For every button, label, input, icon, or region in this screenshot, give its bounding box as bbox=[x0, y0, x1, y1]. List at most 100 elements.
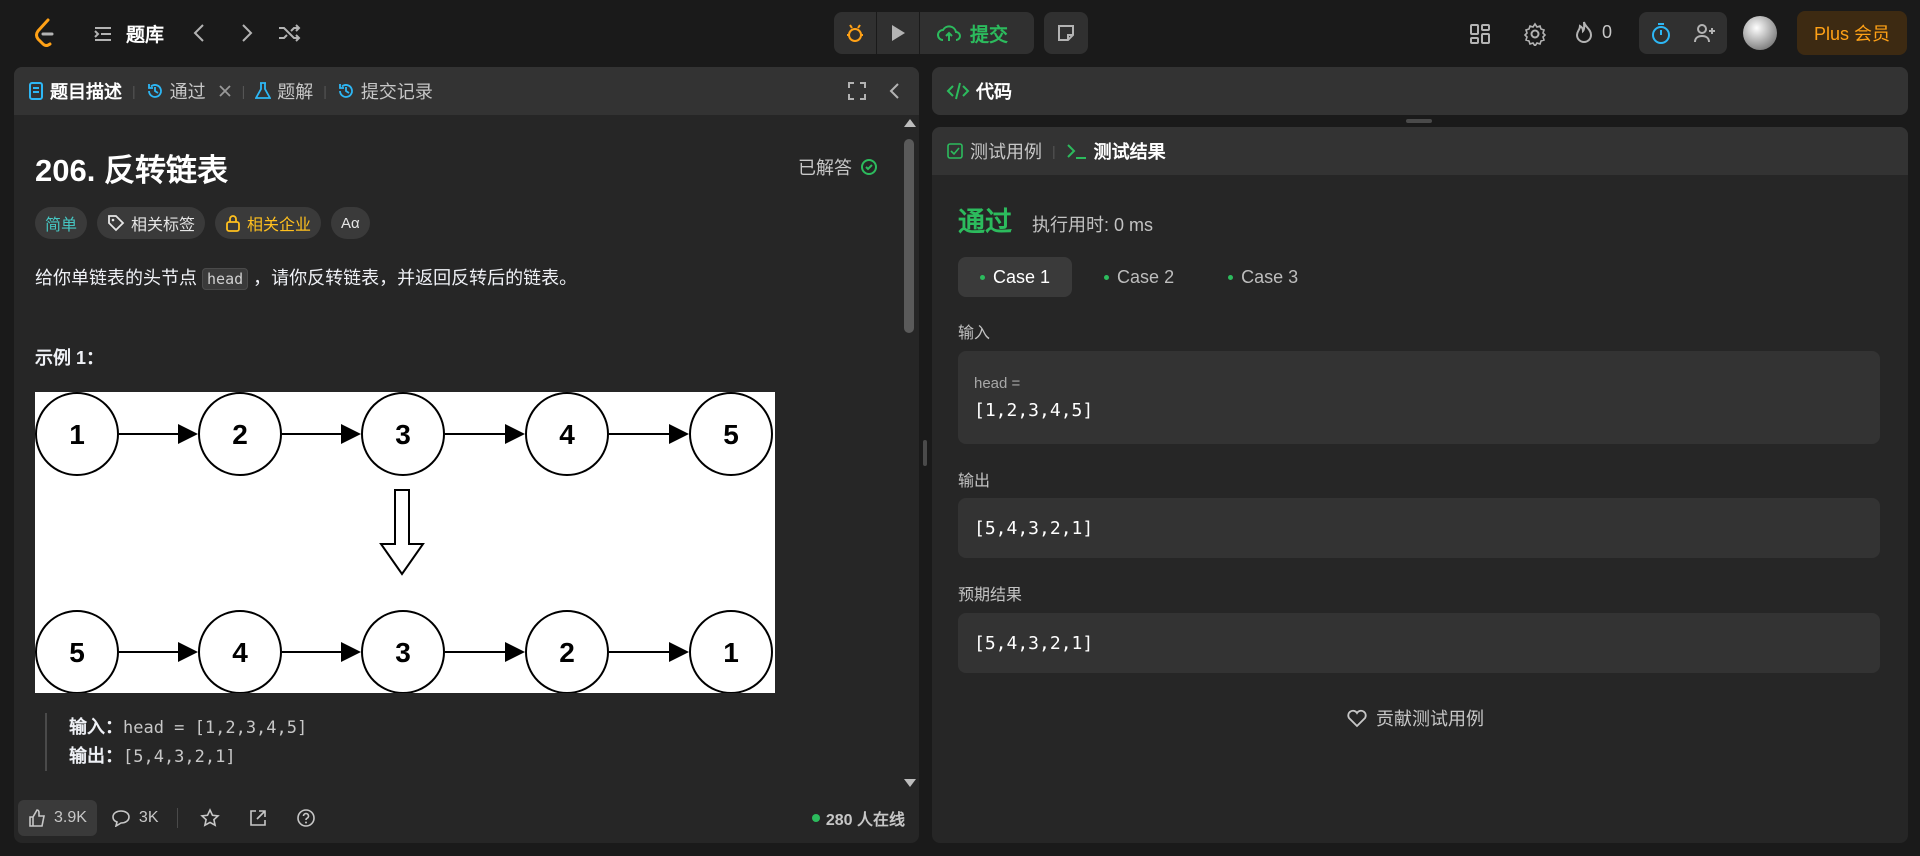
play-icon bbox=[892, 25, 905, 41]
share-button[interactable] bbox=[244, 804, 272, 832]
problem-list-button[interactable]: 题库 bbox=[92, 20, 164, 47]
collapse-panel-button[interactable] bbox=[885, 77, 905, 105]
leetcode-logo[interactable] bbox=[30, 17, 60, 49]
problem-description: 给你单链表的头节点 head ，请你反转链表，并返回反转后的链表。 bbox=[35, 264, 577, 290]
difficulty-badge[interactable]: 简单 bbox=[35, 207, 88, 239]
favorite-button[interactable] bbox=[196, 804, 224, 832]
plus-label: Plus 会员 bbox=[1813, 24, 1891, 44]
submit-label: 提交 bbox=[970, 24, 1009, 46]
translate-button[interactable]: Aα bbox=[331, 207, 370, 239]
expand-icon bbox=[848, 82, 866, 100]
history-icon bbox=[147, 84, 162, 98]
solved-status: 已解答 bbox=[798, 154, 878, 180]
result-status: 通过 bbox=[958, 207, 1012, 237]
question-circle-icon bbox=[296, 809, 315, 827]
notes-button[interactable] bbox=[1044, 12, 1088, 54]
plus-membership-button[interactable]: Plus 会员 bbox=[1797, 11, 1907, 55]
submit-button[interactable]: 提交 bbox=[920, 12, 1024, 54]
contribute-testcase-button[interactable]: 贡献测试用例 bbox=[1346, 705, 1484, 731]
chevron-left-icon bbox=[193, 24, 204, 42]
comment-icon bbox=[112, 810, 130, 827]
pass-dot bbox=[1104, 274, 1110, 280]
settings-button[interactable] bbox=[1521, 20, 1549, 48]
layout-button[interactable] bbox=[1466, 20, 1494, 48]
comments-button[interactable]: 3K bbox=[111, 809, 159, 827]
expected-label: 预期结果 bbox=[958, 587, 1023, 604]
tab-accepted[interactable]: 通过 bbox=[146, 78, 232, 104]
tab-description-label: 题目描述 bbox=[50, 82, 122, 102]
inline-code: head bbox=[202, 268, 249, 290]
flask-icon bbox=[255, 82, 272, 99]
debug-button[interactable] bbox=[834, 12, 876, 54]
output-box: [5,4,3,2,1] bbox=[958, 498, 1880, 558]
companies-button[interactable]: 相关企业 bbox=[215, 207, 322, 239]
list-icon bbox=[94, 26, 111, 41]
solved-label: 已解答 bbox=[798, 158, 852, 178]
svg-text:3: 3 bbox=[395, 637, 411, 668]
node: 3 bbox=[361, 610, 445, 694]
case-tab-2[interactable]: Case 2 bbox=[1082, 257, 1196, 297]
scrollbar-thumb[interactable] bbox=[904, 139, 914, 333]
input-label: 输入 bbox=[958, 325, 991, 342]
random-problem-button[interactable] bbox=[276, 20, 302, 46]
terminal-icon bbox=[1066, 144, 1086, 159]
star-icon bbox=[199, 808, 220, 827]
example-block: 输入：head = [1,2,3,4,5] 输出：[5,4,3,2,1] bbox=[45, 713, 307, 771]
svg-text:1: 1 bbox=[69, 419, 85, 450]
scroll-up-arrow[interactable] bbox=[904, 119, 916, 127]
node: 1 bbox=[689, 610, 773, 694]
streak-counter[interactable]: 0 bbox=[1574, 20, 1612, 44]
case-tab-3[interactable]: Case 3 bbox=[1206, 257, 1320, 297]
tab-description[interactable]: 题目描述 bbox=[28, 78, 122, 104]
tag-row: 简单 相关标签 相关企业 Aα bbox=[35, 207, 370, 239]
svg-text:3: 3 bbox=[395, 419, 411, 450]
online-status: 280 人在线 bbox=[811, 806, 905, 830]
run-button[interactable] bbox=[877, 12, 919, 54]
svg-text:5: 5 bbox=[723, 419, 739, 450]
svg-text:4: 4 bbox=[559, 419, 575, 450]
test-result-panel: 测试用例 | 测试结果 通过 执行用时: 0 ms Case 1 Case 2 … bbox=[932, 127, 1908, 843]
timer-button[interactable] bbox=[1639, 12, 1683, 54]
svg-text:2: 2 bbox=[559, 637, 575, 668]
like-button[interactable]: 3.9K bbox=[18, 800, 97, 836]
code-panel-header[interactable]: 代码 bbox=[932, 67, 1908, 115]
flame-icon bbox=[1575, 21, 1593, 43]
scroll-down-arrow[interactable] bbox=[904, 779, 916, 787]
translate-icon: Aα bbox=[341, 214, 360, 232]
scrollbar[interactable] bbox=[902, 117, 916, 793]
output-label: 输出 bbox=[958, 473, 991, 490]
tab-test-results[interactable]: 测试结果 bbox=[1066, 138, 1166, 164]
node: 3 bbox=[361, 392, 445, 476]
fullscreen-button[interactable] bbox=[843, 77, 871, 105]
vertical-resize-handle[interactable] bbox=[923, 440, 927, 466]
next-problem-button[interactable] bbox=[234, 20, 260, 46]
invite-button[interactable] bbox=[1683, 12, 1727, 54]
companies-label: 相关企业 bbox=[247, 217, 312, 234]
stopwatch-icon bbox=[1652, 23, 1670, 44]
cloud-upload-icon bbox=[937, 25, 961, 41]
node: 2 bbox=[198, 392, 282, 476]
avatar[interactable] bbox=[1743, 16, 1777, 50]
related-tags-button[interactable]: 相关标签 bbox=[97, 207, 206, 239]
result-tabs: 测试用例 | 测试结果 bbox=[932, 127, 1908, 175]
tab-solutions[interactable]: 题解 bbox=[255, 78, 313, 104]
example-output-label: 输出： bbox=[69, 746, 123, 766]
close-icon[interactable] bbox=[218, 84, 232, 98]
input-box: head = [1,2,3,4,5] bbox=[958, 351, 1880, 444]
input-variable: head = bbox=[974, 374, 1021, 392]
problem-list-label: 题库 bbox=[126, 25, 165, 46]
thumbs-up-icon bbox=[29, 809, 45, 827]
case-tab-1[interactable]: Case 1 bbox=[958, 257, 1073, 297]
input-value: [1,2,3,4,5] bbox=[974, 399, 1094, 421]
contribute-label: 贡献测试用例 bbox=[1376, 709, 1484, 729]
like-count: 3.9K bbox=[54, 809, 87, 826]
tab-submissions[interactable]: 提交记录 bbox=[337, 78, 433, 104]
history-icon bbox=[339, 84, 353, 98]
prev-problem-button[interactable] bbox=[186, 20, 212, 46]
help-button[interactable] bbox=[292, 804, 320, 832]
example-diagram: 1 2 3 4 5 5 4 3 2 1 bbox=[35, 392, 775, 694]
tab-testcases-label: 测试用例 bbox=[970, 142, 1042, 162]
horizontal-resize-handle[interactable] bbox=[1406, 119, 1432, 123]
tab-testcases[interactable]: 测试用例 bbox=[946, 138, 1042, 164]
case-label: Case 1 bbox=[993, 266, 1051, 287]
